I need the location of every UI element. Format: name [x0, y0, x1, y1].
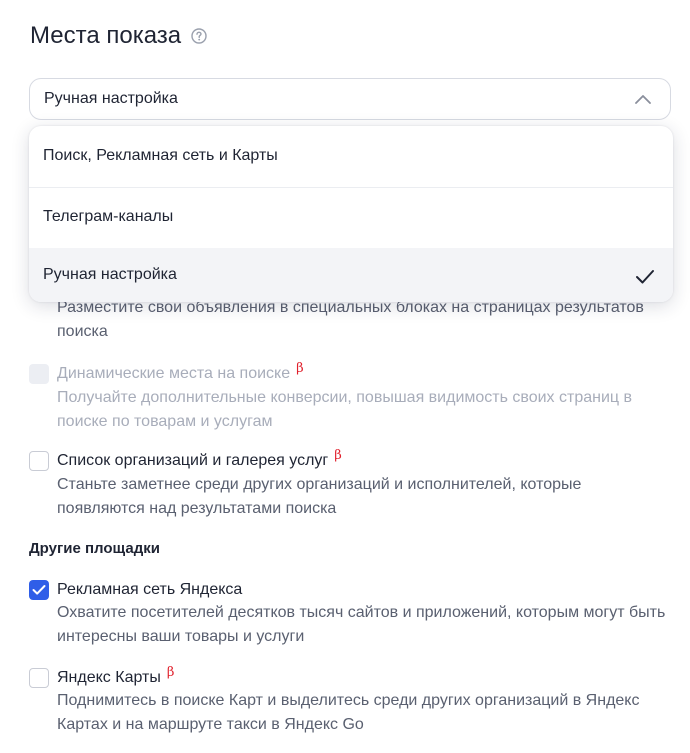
dynamic-places-label: Динамические места на поиске β: [57, 361, 304, 382]
organizations-checkbox[interactable]: [29, 451, 49, 471]
ad-network-checkbox[interactable]: [29, 580, 49, 600]
other-placements-title: Другие площадки: [29, 540, 160, 557]
yandex-maps-description: Поднимитесь в поиске Карт и выделитесь с…: [57, 692, 640, 733]
search-item-description: Разместите свои объявления в специальных…: [57, 299, 644, 340]
organizations-description: Станьте заметнее среди других организаци…: [57, 476, 582, 517]
organizations-label[interactable]: Список организаций и галерея услуг β: [57, 448, 342, 472]
dynamic-places-description: Получайте дополнительные конверсии, повы…: [57, 389, 632, 430]
section-title: Места показа: [30, 22, 207, 50]
dropdown-option-search-network-maps[interactable]: Поиск, Рекламная сеть и Карты: [29, 126, 673, 186]
beta-badge: β: [166, 665, 175, 680]
checkmark-icon: [32, 585, 46, 595]
help-icon[interactable]: [191, 28, 207, 44]
yandex-maps-label[interactable]: Яндекс Карты β: [57, 665, 175, 689]
ad-network-label[interactable]: Рекламная сеть Яндекса: [57, 580, 242, 600]
ad-network-description: Охватите посетителей десятков тысяч сайт…: [57, 604, 666, 645]
beta-badge: β: [334, 448, 342, 463]
beta-badge: β: [296, 361, 304, 376]
chevron-up-icon: [635, 95, 651, 104]
placement-select[interactable]: Ручная настройка: [29, 78, 671, 120]
placement-select-value: Ручная настройка: [44, 90, 178, 107]
dropdown-option-telegram[interactable]: Телеграм-каналы: [29, 187, 673, 247]
dropdown-option-manual[interactable]: Ручная настройка: [29, 248, 673, 302]
yandex-maps-checkbox[interactable]: [29, 668, 49, 688]
placement-dropdown: Поиск, Рекламная сеть и Карты Телеграм-к…: [29, 126, 673, 302]
section-title-text: Места показа: [30, 22, 182, 49]
check-icon: [636, 270, 654, 284]
dynamic-places-checkbox: [29, 364, 49, 384]
